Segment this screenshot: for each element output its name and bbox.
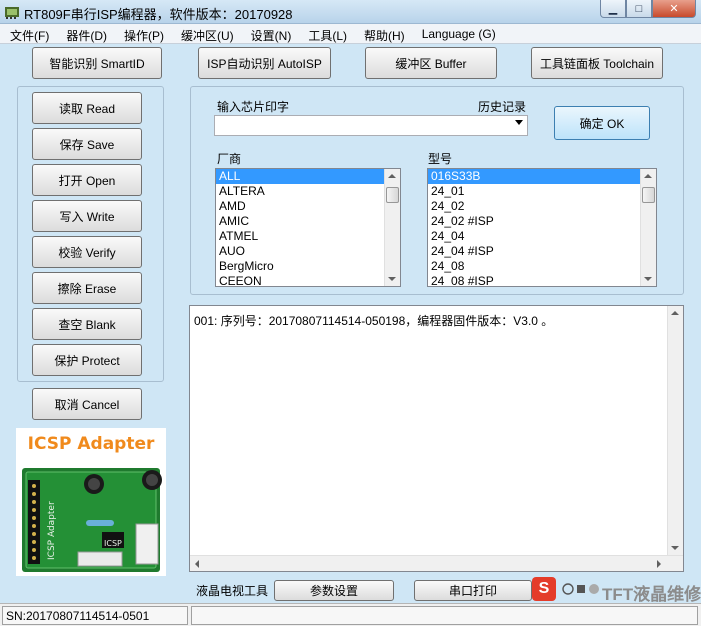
model-listbox[interactable]: 016S33B 24_01 24_02 24_02 #ISP 24_04 24_… [427, 168, 657, 287]
erase-button[interactable]: 擦除 Erase [32, 272, 142, 304]
chip-input-label: 输入芯片印字 [217, 100, 290, 114]
app-icon [5, 7, 19, 19]
list-item[interactable]: BergMicro [216, 259, 400, 274]
dropdown-arrow-icon[interactable] [515, 120, 523, 125]
menu-tools[interactable]: 工具(L) [298, 24, 354, 43]
log-line: 001: 序列号：20170807114514-050198，编程器固件版本：V… [194, 314, 554, 328]
pcb-chip-text: ICSP [104, 539, 122, 548]
window-controls: ▁ □ ✕ [600, 0, 696, 18]
list-item[interactable]: ALL [216, 169, 400, 184]
serial-number: SN:20170807114514-0501 [2, 606, 188, 625]
list-item[interactable]: AUO [216, 244, 400, 259]
smartid-button[interactable]: 智能识别 SmartID [32, 47, 162, 79]
menu-bar: 文件(F) 器件(D) 操作(P) 缓冲区(U) 设置(N) 工具(L) 帮助(… [0, 24, 701, 44]
list-item[interactable]: ALTERA [216, 184, 400, 199]
pcb-illustration: ICSP Adapter ICSP [22, 468, 162, 572]
log-vscrollbar[interactable] [667, 306, 683, 555]
title-bar[interactable]: RT809F串行ISP编程器，软件版本：20170928 ▁ □ ✕ [0, 0, 701, 24]
autoisp-button[interactable]: ISP自动识别 AutoISP [198, 47, 331, 79]
status-cell [191, 606, 698, 625]
scroll-right-icon[interactable] [657, 560, 661, 568]
write-button[interactable]: 写入 Write [32, 200, 142, 232]
scroll-up-icon[interactable] [644, 174, 652, 178]
list-item[interactable]: ATMEL [216, 229, 400, 244]
scroll-thumb[interactable] [386, 187, 399, 203]
watermark-text: TFT液晶维修网 [602, 585, 701, 604]
maximize-button[interactable]: □ [626, 0, 652, 18]
menu-file[interactable]: 文件(F) [0, 24, 56, 43]
history-label: 历史记录 [478, 100, 527, 114]
list-item[interactable]: 016S33B [428, 169, 656, 184]
list-item[interactable]: AMIC [216, 214, 400, 229]
open-button[interactable]: 打开 Open [32, 164, 142, 196]
vendor-label: 厂商 [217, 152, 242, 166]
scroll-up-icon[interactable] [671, 311, 679, 315]
sogou-s-icon: S [532, 577, 556, 601]
chip-ok-button[interactable]: 确定 OK [554, 106, 650, 140]
buffer-button[interactable]: 缓冲区 Buffer [365, 47, 497, 79]
log-hscrollbar[interactable] [190, 555, 683, 571]
cancel-button[interactable]: 取消 Cancel [32, 388, 142, 420]
list-item[interactable]: 24_04 [428, 229, 656, 244]
list-item[interactable]: CEEON [216, 274, 400, 286]
list-item[interactable]: 24_04 #ISP [428, 244, 656, 259]
serial-print-button[interactable]: 串口打印 [414, 580, 532, 601]
pcb-silk-text: ICSP Adapter [47, 501, 57, 560]
icsp-adapter-image: ICSP Adapter ICSP Adapter ICSP [16, 428, 166, 576]
blank-button[interactable]: 查空 Blank [32, 308, 142, 340]
status-bar: SN:20170807114514-0501 [0, 603, 701, 626]
list-item[interactable]: 24_01 [428, 184, 656, 199]
menu-device[interactable]: 器件(D) [56, 24, 114, 43]
lcd-tools-label: 液晶电视工具 [196, 584, 269, 598]
list-item[interactable]: 24_08 #ISP [428, 274, 656, 286]
chip-input-combo[interactable] [214, 115, 528, 136]
list-item[interactable]: AMD [216, 199, 400, 214]
list-item[interactable]: 24_08 [428, 259, 656, 274]
scroll-left-icon[interactable] [195, 560, 199, 568]
verify-button[interactable]: 校验 Verify [32, 236, 142, 268]
menu-language[interactable]: Language (G) [412, 24, 503, 43]
minimize-button[interactable]: ▁ [600, 0, 626, 18]
model-label: 型号 [428, 152, 453, 166]
list-item[interactable]: 24_02 #ISP [428, 214, 656, 229]
protect-button[interactable]: 保护 Protect [32, 344, 142, 376]
log-output[interactable]: 001: 序列号：20170807114514-050198，编程器固件版本：V… [189, 305, 684, 572]
close-button[interactable]: ✕ [652, 0, 696, 18]
list-item[interactable]: 24_02 [428, 199, 656, 214]
scroll-down-icon[interactable] [644, 277, 652, 281]
menu-operation[interactable]: 操作(P) [114, 24, 171, 43]
menu-settings[interactable]: 设置(N) [241, 24, 299, 43]
vendor-listbox[interactable]: ALL ALTERA AMD AMIC ATMEL AUO BergMicro … [215, 168, 401, 287]
vendor-scrollbar[interactable] [384, 169, 400, 286]
toolchain-button[interactable]: 工具链面板 Toolchain [531, 47, 663, 79]
menu-help[interactable]: 帮助(H) [354, 24, 412, 43]
menu-buffer[interactable]: 缓冲区(U) [171, 24, 241, 43]
read-button[interactable]: 读取 Read [32, 92, 142, 124]
scroll-thumb[interactable] [642, 187, 655, 203]
scroll-up-icon[interactable] [388, 174, 396, 178]
scroll-down-icon[interactable] [388, 277, 396, 281]
toolbar-icons [562, 583, 599, 595]
save-button[interactable]: 保存 Save [32, 128, 142, 160]
params-button[interactable]: 参数设置 [274, 580, 394, 601]
window-title: RT809F串行ISP编程器，软件版本：20170928 [24, 7, 293, 22]
model-scrollbar[interactable] [640, 169, 656, 286]
watermark: S TFT液晶维修网 [530, 574, 701, 604]
scroll-down-icon[interactable] [671, 546, 679, 550]
